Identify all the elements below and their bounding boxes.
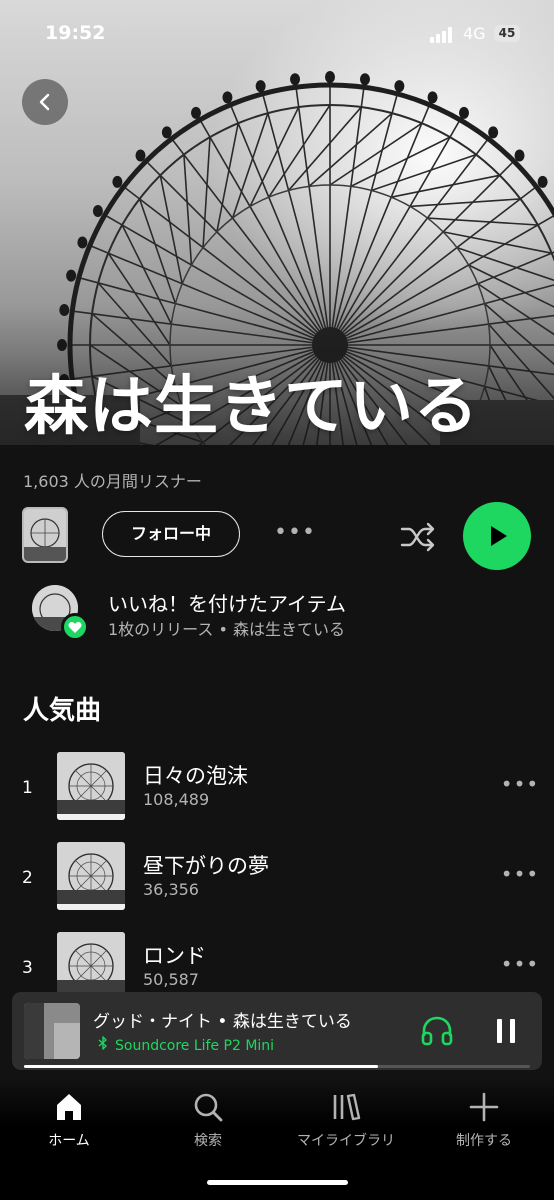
track-title: 日々の泡沫: [143, 764, 248, 788]
track-rank: 1: [22, 778, 33, 798]
library-icon: [333, 1093, 361, 1121]
artist-thumbnail[interactable]: [22, 507, 68, 563]
nav-library-label: マイライブラリ: [297, 1133, 395, 1149]
thumbnail-image: [24, 509, 66, 561]
plus-icon: [469, 1092, 499, 1122]
nav-search[interactable]: 検索: [148, 1090, 268, 1150]
track-more-button[interactable]: •••: [500, 862, 540, 888]
play-icon: [491, 526, 507, 546]
status-bar: 19:52 4G 45: [0, 0, 554, 58]
track-play-count: 108,489: [143, 790, 210, 809]
pause-icon[interactable]: [495, 1018, 517, 1044]
more-options-button[interactable]: •••: [274, 520, 315, 550]
track-play-count: 50,587: [143, 970, 199, 989]
now-playing-bar[interactable]: グッド・ナイト • 森は生きている Soundcore Life P2 Mini: [12, 992, 542, 1070]
liked-items-subtitle: 1枚のリリース • 森は生きている: [108, 620, 345, 639]
liked-items-row[interactable]: いいね！を付けたアイテム 1枚のリリース • 森は生きている: [32, 585, 532, 645]
signal-icon: [430, 27, 452, 43]
output-device-name: Soundcore Life P2 Mini: [115, 1038, 275, 1054]
nav-create[interactable]: 制作する: [424, 1090, 544, 1150]
nav-create-label: 制作する: [456, 1133, 512, 1149]
battery-icon: 45: [494, 25, 520, 42]
home-icon: [57, 1094, 81, 1120]
search-icon: [194, 1093, 223, 1122]
track-artwork: [57, 932, 125, 1000]
track-artwork: [57, 752, 125, 820]
play-button[interactable]: [463, 502, 531, 570]
shuffle-icon[interactable]: [398, 517, 438, 557]
playback-progress[interactable]: [24, 1065, 530, 1068]
bluetooth-icon: [98, 1036, 107, 1050]
heart-icon: [61, 613, 89, 641]
nav-library[interactable]: マイライブラリ: [286, 1090, 406, 1150]
back-button[interactable]: [22, 79, 68, 125]
artist-header-image: 19:52 4G 45 森は生きている: [0, 0, 554, 445]
now-playing-artwork: [24, 1003, 80, 1059]
track-title: 昼下がりの夢: [143, 854, 269, 878]
liked-items-title: いいね！を付けたアイテム: [108, 592, 346, 616]
status-time: 19:52: [45, 22, 106, 44]
track-play-count: 36,356: [143, 880, 199, 899]
track-rank: 2: [22, 868, 33, 888]
now-playing-title: グッド・ナイト • 森は生きている: [93, 1012, 352, 1032]
playback-progress-fill: [24, 1065, 379, 1068]
track-row[interactable]: 1 日々の泡沫 108,489 •••: [0, 752, 554, 832]
output-device[interactable]: Soundcore Life P2 Mini: [97, 1036, 274, 1054]
home-indicator: [207, 1180, 348, 1185]
nav-search-label: 検索: [194, 1133, 222, 1149]
monthly-listeners: 1,603 人の月間リスナー: [23, 472, 202, 491]
track-row[interactable]: 2 昼下がりの夢 36,356 •••: [0, 842, 554, 922]
nav-home[interactable]: ホーム: [9, 1090, 129, 1150]
follow-button[interactable]: フォロー中: [102, 511, 240, 557]
track-more-button[interactable]: •••: [500, 952, 540, 978]
chevron-left-icon: [39, 93, 50, 111]
artist-name: 森は生きている: [24, 370, 479, 444]
track-rank: 3: [22, 958, 33, 978]
popular-section-title: 人気曲: [23, 696, 102, 726]
headphones-icon[interactable]: [420, 1014, 454, 1048]
track-artwork: [57, 842, 125, 910]
track-title: ロンド: [143, 944, 206, 968]
track-more-button[interactable]: •••: [500, 772, 540, 798]
nav-home-label: ホーム: [48, 1133, 90, 1149]
network-type: 4G: [463, 24, 486, 43]
